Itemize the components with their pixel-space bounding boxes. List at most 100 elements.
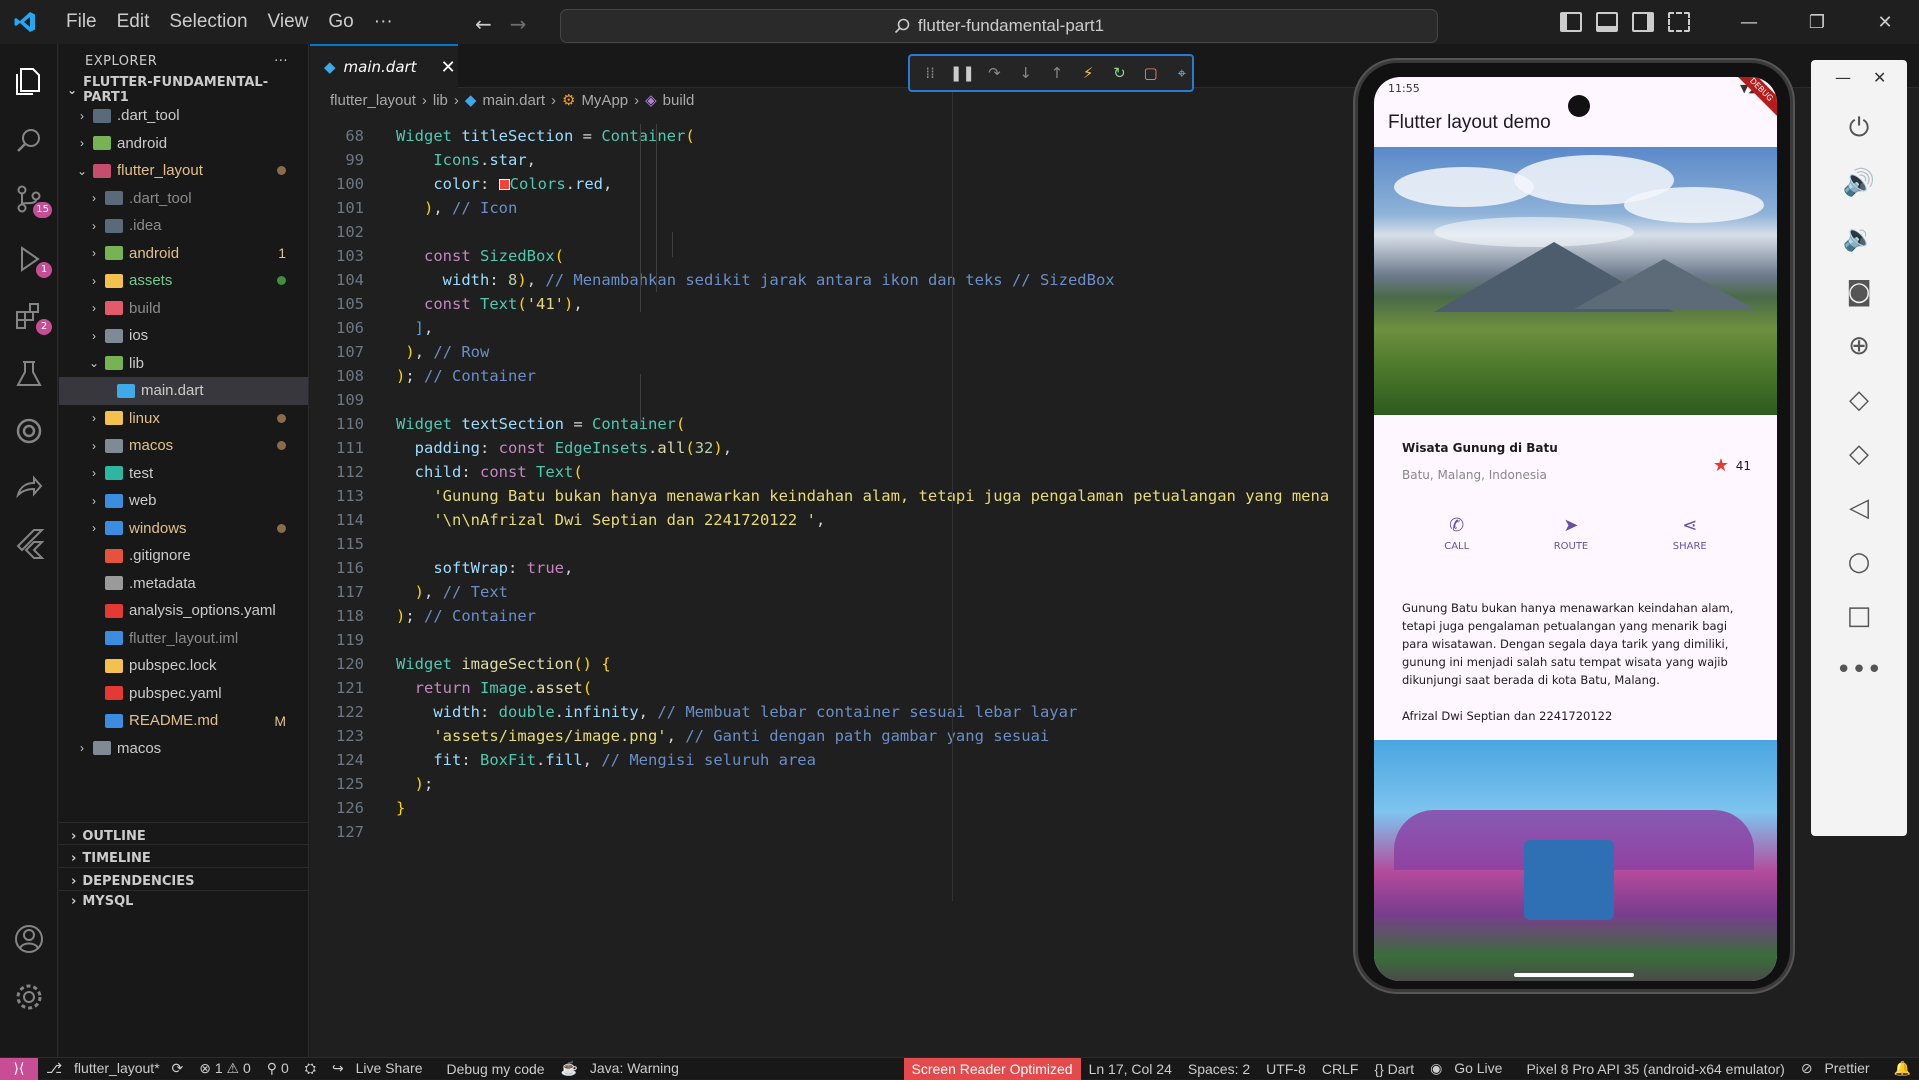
back-icon[interactable]: ◁ xyxy=(1841,490,1877,526)
toggle-secondary-sidebar-icon[interactable] xyxy=(1632,12,1654,32)
restore-icon[interactable]: ❐ xyxy=(1783,0,1851,44)
tree-item[interactable]: › macos xyxy=(59,735,308,763)
go-live-status[interactable]: ◉ Go Live xyxy=(1422,1060,1518,1077)
camera-icon[interactable]: ◙ xyxy=(1841,274,1877,310)
debug-launch-icon[interactable]: ⛭ xyxy=(297,1060,324,1077)
code-line[interactable]: 104 width: 8), // Menambahkan sedikit ja… xyxy=(310,268,1360,292)
branch-status[interactable]: ⎇ flutter_layout* ⟳ xyxy=(38,1060,191,1077)
code-editor[interactable]: 68 Widget titleSection = Container(99 Ico… xyxy=(310,124,1360,844)
source-control-icon[interactable]: 15 xyxy=(12,182,52,218)
restart-icon[interactable]: ↻ xyxy=(1109,62,1129,84)
stop-icon[interactable]: ▢ xyxy=(1141,62,1161,84)
call-button[interactable]: ✆ CALL xyxy=(1444,515,1469,585)
volume-down-icon[interactable]: 🔉 xyxy=(1841,220,1877,256)
language-status[interactable]: {} Dart xyxy=(1366,1061,1422,1077)
home-icon[interactable]: ○ xyxy=(1841,544,1877,580)
flutter-icon[interactable] xyxy=(12,526,46,560)
explorer-icon[interactable] xyxy=(12,64,46,98)
device-status[interactable]: Pixel 8 Pro API 35 (android-x64 emulator… xyxy=(1518,1061,1792,1077)
menu-edit[interactable]: Edit xyxy=(107,11,160,33)
gesture-bar[interactable] xyxy=(1514,973,1634,977)
toggle-sidebar-icon[interactable] xyxy=(1560,12,1582,32)
zoom-icon[interactable]: ⊕ xyxy=(1841,328,1877,364)
code-line[interactable]: 68 Widget titleSection = Container( xyxy=(310,124,1360,148)
code-line[interactable]: 111 padding: const EdgeInsets.all(32), xyxy=(310,436,1360,460)
indentation-status[interactable]: Spaces: 2 xyxy=(1180,1061,1258,1077)
code-line[interactable]: 113 'Gunung Batu bukan hanya menawarkan … xyxy=(310,484,1360,508)
remote-explorer-icon[interactable] xyxy=(12,414,46,448)
tree-item[interactable]: › .dart_tool xyxy=(59,102,308,130)
screen-reader-status[interactable]: Screen Reader Optimized xyxy=(903,1057,1081,1080)
prettier-status[interactable]: ⊘ Prettier xyxy=(1793,1060,1886,1077)
code-line[interactable]: 116 softWrap: true, xyxy=(310,556,1360,580)
tree-item[interactable]: main.dart xyxy=(59,377,308,405)
problems-status[interactable]: ⊗ 1 ⚠ 0 xyxy=(191,1060,259,1077)
close-window-icon[interactable]: ✕ xyxy=(1851,0,1919,44)
eol-status[interactable]: CRLF xyxy=(1314,1061,1367,1077)
tree-item[interactable]: › android xyxy=(59,130,308,158)
tree-item[interactable]: › macos xyxy=(59,432,308,460)
code-line[interactable]: 103 const SizedBox( xyxy=(310,244,1360,268)
code-line[interactable]: 117 ), // Text xyxy=(310,580,1360,604)
breadcrumb-item[interactable]: flutter_layout xyxy=(330,92,416,109)
code-line[interactable]: 112 child: const Text( xyxy=(310,460,1360,484)
step-over-icon[interactable]: ↷ xyxy=(984,62,1004,84)
notifications-icon[interactable]: 🔔 xyxy=(1886,1060,1919,1077)
tree-item[interactable]: pubspec.lock xyxy=(59,652,308,680)
breadcrumb-item[interactable]: build xyxy=(663,92,695,109)
route-button[interactable]: ➤ ROUTE xyxy=(1554,515,1589,585)
forward-arrow-icon[interactable]: → xyxy=(510,12,527,36)
code-line[interactable]: 107 ), // Row xyxy=(310,340,1360,364)
tree-item[interactable]: › build xyxy=(59,295,308,323)
testing-icon[interactable] xyxy=(12,357,46,391)
extensions-icon[interactable]: 2 xyxy=(12,299,52,335)
tree-item[interactable]: › windows xyxy=(59,515,308,543)
tree-item[interactable]: › assets xyxy=(59,267,308,295)
tree-item[interactable]: ⌄ flutter_layout xyxy=(59,157,308,185)
tree-item[interactable]: › linux xyxy=(59,405,308,433)
minimize-icon[interactable]: — xyxy=(1715,0,1783,44)
overview-icon[interactable]: □ xyxy=(1841,598,1877,634)
rotate-left-icon[interactable]: ◇ xyxy=(1841,382,1877,418)
tree-item[interactable]: README.md M xyxy=(59,707,308,735)
code-line[interactable]: 123 'assets/images/image.png', // Ganti … xyxy=(310,724,1360,748)
live-share-status[interactable]: ↪ Live Share xyxy=(324,1060,439,1077)
tree-item[interactable]: › web xyxy=(59,487,308,515)
hot-reload-icon[interactable]: ⚡ xyxy=(1078,62,1098,84)
breadcrumb-item[interactable]: MyApp xyxy=(581,92,628,109)
back-arrow-icon[interactable]: ← xyxy=(475,12,492,36)
toggle-panel-icon[interactable] xyxy=(1596,12,1618,32)
menu-go[interactable]: Go xyxy=(318,11,363,33)
tab-main-dart[interactable]: ◆ main.dart ✕ xyxy=(310,44,458,88)
tree-item[interactable]: › test xyxy=(59,460,308,488)
settings-gear-icon[interactable] xyxy=(12,980,46,1014)
code-line[interactable]: 122 width: double.infinity, // Membuat l… xyxy=(310,700,1360,724)
code-line[interactable]: 126} xyxy=(310,796,1360,820)
emu-minimize-icon[interactable]: — xyxy=(1835,68,1851,87)
code-line[interactable]: 102 xyxy=(310,220,1360,244)
explorer-more-icon[interactable]: ··· xyxy=(274,54,288,69)
code-line[interactable]: 101 ), // Icon xyxy=(310,196,1360,220)
tree-item[interactable]: › ios xyxy=(59,322,308,350)
debug-my-code-status[interactable]: Debug my code xyxy=(439,1061,553,1077)
code-line[interactable]: 109 xyxy=(310,388,1360,412)
code-line[interactable]: 127 xyxy=(310,820,1360,844)
emu-close-icon[interactable]: ✕ xyxy=(1873,68,1886,87)
tree-item[interactable]: › android 1 xyxy=(59,240,308,268)
step-out-icon[interactable]: ↑ xyxy=(1047,62,1067,84)
command-center-search[interactable]: flutter-fundamental-part1 xyxy=(560,9,1438,43)
close-tab-icon[interactable]: ✕ xyxy=(441,57,456,78)
java-status[interactable]: ☕ Java: Warning xyxy=(553,1060,695,1077)
cursor-position[interactable]: Ln 17, Col 24 xyxy=(1081,1061,1180,1077)
menu-file[interactable]: File xyxy=(56,11,107,33)
tree-item[interactable]: ⌄ lib xyxy=(59,350,308,378)
code-line[interactable]: 106 ], xyxy=(310,316,1360,340)
account-icon[interactable] xyxy=(12,922,46,956)
code-line[interactable]: 110 Widget textSection = Container( xyxy=(310,412,1360,436)
code-line[interactable]: 114 '\n\nAfrizal Dwi Septian dan 2241720… xyxy=(310,508,1360,532)
tree-item[interactable]: .metadata xyxy=(59,570,308,598)
code-line[interactable]: 105 const Text('41'), xyxy=(310,292,1360,316)
tree-item[interactable]: .gitignore xyxy=(59,542,308,570)
tree-item[interactable]: › .dart_tool xyxy=(59,185,308,213)
breadcrumb-item[interactable]: main.dart xyxy=(482,92,545,109)
